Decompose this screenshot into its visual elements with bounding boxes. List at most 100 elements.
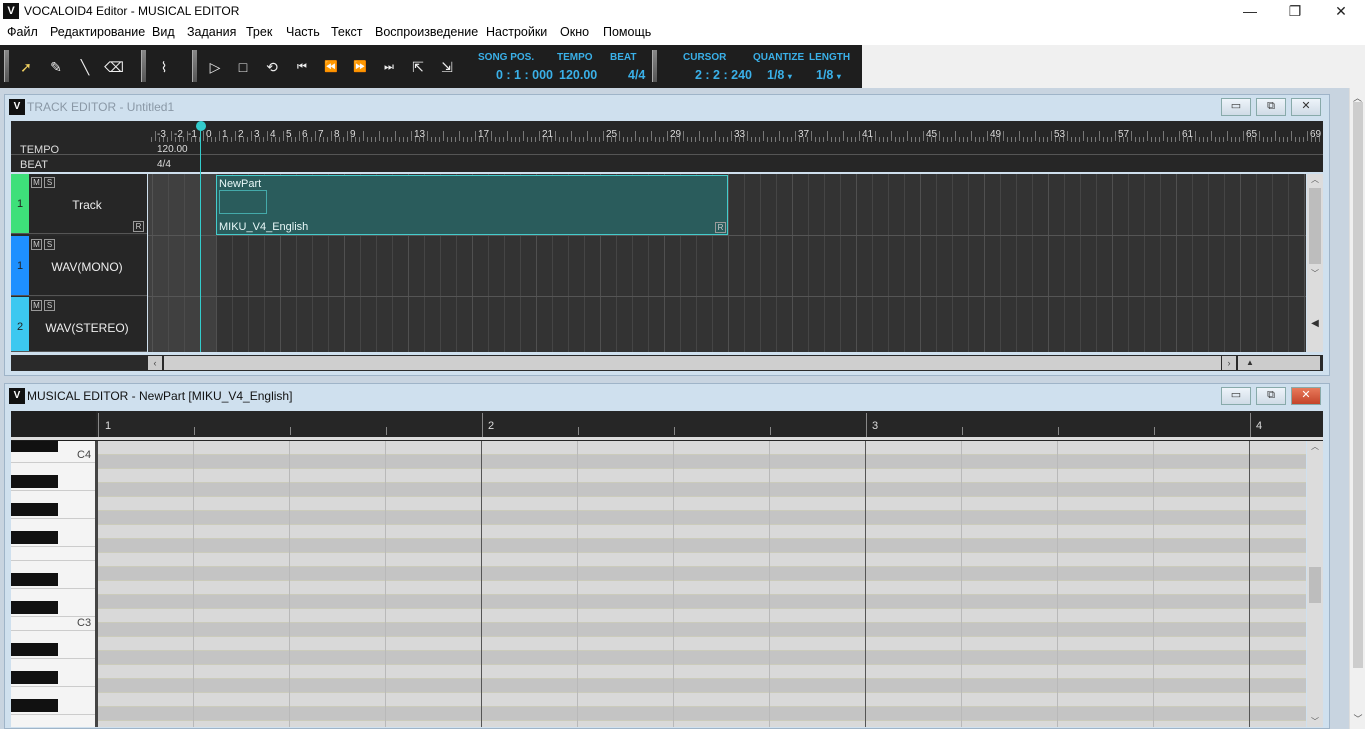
scroll-up-icon[interactable]: ︿ (1307, 441, 1323, 452)
ruler-tick (335, 137, 336, 142)
close-button[interactable]: ✕ (1291, 387, 1321, 405)
part-rec-button[interactable]: R (715, 222, 726, 233)
scroll-thumb[interactable] (164, 356, 1221, 370)
menu-view[interactable]: Вид (152, 25, 175, 39)
scroll-thumb[interactable] (1309, 567, 1321, 603)
white-key-divider (11, 518, 95, 519)
song-pos-value[interactable]: 0 : 1 : 000 (496, 68, 553, 82)
menu-window[interactable]: Окно (560, 25, 589, 39)
ruler-tick (419, 137, 420, 142)
black-key[interactable] (11, 601, 58, 614)
quantize-select[interactable]: 1/8 ▾ (767, 68, 792, 82)
toolbar-grip-3[interactable] (192, 50, 197, 82)
track-name[interactable]: WAV(STEREO) (31, 321, 143, 335)
marker-end-icon[interactable]: ⇲ (434, 53, 460, 81)
piano-roll-vertical-scrollbar[interactable]: ︿ ﹀ (1307, 441, 1323, 727)
scroll-up-icon[interactable]: ︿ (1307, 174, 1323, 185)
menu-lyrics[interactable]: Текст (331, 25, 362, 39)
track-name[interactable]: Track (31, 198, 143, 212)
part-block[interactable]: NewPart MIKU_V4_English R (216, 175, 728, 235)
solo-button[interactable]: S (44, 239, 55, 250)
solo-button[interactable]: S (44, 177, 55, 188)
scroll-down-icon[interactable]: ﹀ (1307, 268, 1323, 279)
tempo-value[interactable]: 120.00 (559, 68, 597, 82)
solo-button[interactable]: S (44, 300, 55, 311)
toolbar-grip[interactable] (4, 50, 9, 82)
automation-tool-icon[interactable]: ⌇ (151, 53, 177, 81)
stop-icon[interactable]: □ (230, 53, 256, 81)
mute-button[interactable]: M (31, 177, 42, 188)
minimize-button[interactable]: ▭ (1221, 98, 1251, 116)
marker-start-icon[interactable]: ⇱ (405, 53, 431, 81)
black-key[interactable] (11, 531, 58, 544)
toolbar-grip-4[interactable] (652, 50, 657, 82)
workspace-vertical-scrollbar[interactable]: ︿ ﹀ (1349, 88, 1365, 729)
black-key[interactable] (11, 441, 58, 452)
menu-file[interactable]: Файл (7, 25, 38, 39)
restore-button[interactable]: ⧉ (1256, 98, 1286, 116)
length-select[interactable]: 1/8 ▾ (816, 68, 841, 82)
scroll-left-icon[interactable]: ‹ (148, 356, 162, 370)
piano-keyboard[interactable]: C4 C3 (11, 441, 95, 727)
zoom-handle-icon[interactable]: ◀ (1307, 318, 1323, 329)
beat-value[interactable]: 4/4 (628, 68, 645, 82)
play-icon[interactable]: ▷ (202, 53, 228, 81)
rec-button[interactable]: R (133, 221, 144, 232)
arrow-tool-icon[interactable]: ➚ (13, 53, 39, 81)
ruler-tick (1111, 137, 1112, 142)
rewind-icon[interactable]: ⏪ (318, 53, 344, 81)
track-ruler[interactable]: TEMPO 120.00 BEAT 4/4 -3 -2 -1 0 1 2 3 4 5 6 7 8 9 13… (11, 121, 1323, 172)
close-button[interactable]: ✕ (1318, 0, 1364, 23)
playhead-marker-icon[interactable] (196, 121, 206, 131)
menu-playback[interactable]: Воспроизведение (375, 25, 478, 39)
skip-start-icon[interactable]: ⏮ (289, 53, 315, 81)
track-vertical-scrollbar[interactable]: ︿ ﹀ ◀ (1307, 174, 1323, 352)
scroll-down-icon[interactable]: ﹀ (1307, 716, 1323, 727)
menu-help[interactable]: Помощь (603, 25, 651, 39)
black-key[interactable] (11, 573, 58, 586)
ruler-tick (1195, 131, 1196, 141)
black-key[interactable] (11, 671, 58, 684)
black-key[interactable] (11, 643, 58, 656)
menu-jobs[interactable]: Задания (187, 25, 236, 39)
restore-button[interactable]: ⧉ (1256, 387, 1286, 405)
minimize-button[interactable]: — (1227, 0, 1273, 23)
pencil-tool-icon[interactable]: ✎ (43, 53, 69, 81)
minimize-button[interactable]: ▭ (1221, 387, 1251, 405)
fast-forward-icon[interactable]: ⏩ (347, 53, 373, 81)
track-name[interactable]: WAV(MONO) (31, 260, 143, 274)
eraser-tool-icon[interactable]: ⌫ (101, 53, 127, 81)
maximize-button[interactable]: ❐ (1272, 0, 1318, 23)
menu-part[interactable]: Часть (286, 25, 320, 39)
scroll-thumb[interactable] (1353, 102, 1363, 668)
loop-icon[interactable]: ⟲ (259, 53, 285, 81)
scroll-thumb[interactable] (1309, 188, 1321, 264)
scroll-down-icon[interactable]: ﹀ (1350, 712, 1365, 725)
line-tool-icon[interactable]: ╲ (72, 53, 98, 81)
black-key[interactable] (11, 475, 58, 488)
ruler-tick (543, 137, 544, 142)
mute-button[interactable]: M (31, 239, 42, 250)
menu-settings[interactable]: Настройки (486, 25, 547, 39)
toolbar-grip-2[interactable] (141, 50, 146, 82)
track-row-2[interactable]: 1 M S WAV(MONO) (11, 236, 147, 296)
close-button[interactable]: ✕ (1291, 98, 1321, 116)
black-key[interactable] (11, 699, 58, 712)
menu-track[interactable]: Трек (246, 25, 272, 39)
zoom-slider-thumb-icon[interactable]: ▲ (1246, 358, 1254, 367)
grid-line (1224, 174, 1225, 352)
black-key[interactable] (11, 503, 58, 516)
musical-ruler[interactable]: 1 2 3 4 (11, 411, 1323, 441)
track-row-3[interactable]: 2 M S WAV(STEREO) (11, 297, 147, 352)
ruler-tick (447, 137, 448, 142)
track-row-1[interactable]: 1 M S Track R (11, 174, 147, 234)
grid-line (824, 174, 825, 352)
ruler-tick (759, 137, 760, 142)
menu-edit[interactable]: Редактирование (50, 25, 145, 39)
zoom-slider[interactable]: ▲ (1238, 356, 1320, 370)
skip-end-icon[interactable]: ⏭ (376, 53, 402, 81)
piano-roll-grid[interactable] (98, 441, 1306, 727)
mute-button[interactable]: M (31, 300, 42, 311)
track-horizontal-scrollbar[interactable]: ‹ › ▲ (11, 355, 1323, 371)
scroll-right-icon[interactable]: › (1222, 356, 1236, 370)
